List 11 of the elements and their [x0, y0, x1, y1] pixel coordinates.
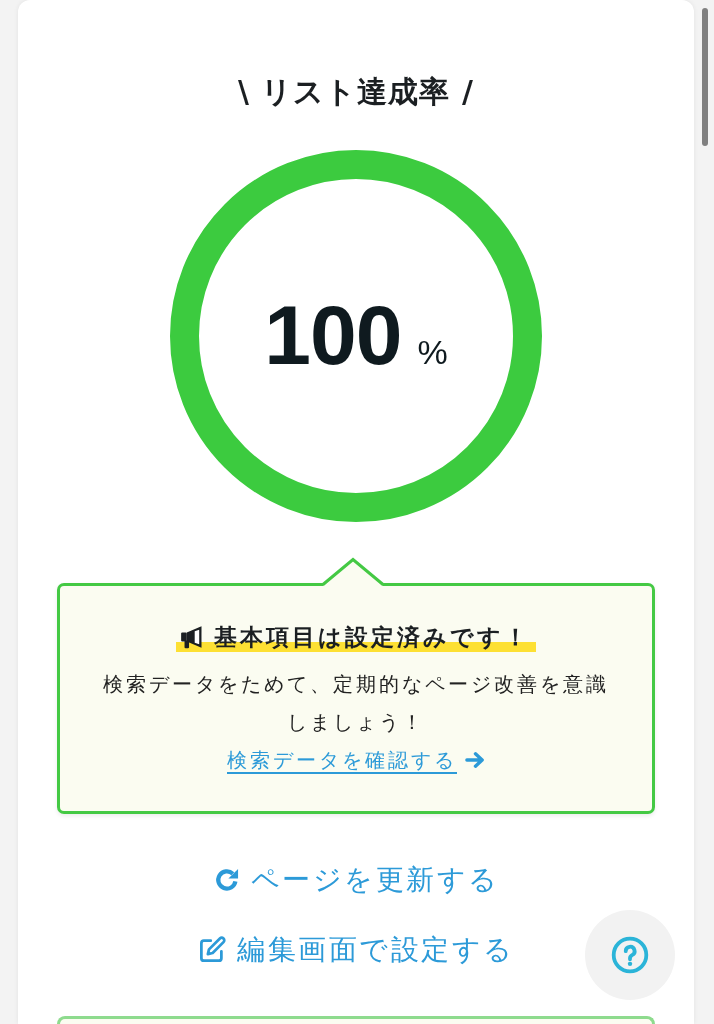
scrollbar-thumb[interactable] [702, 8, 708, 146]
notice-message: 検索データをためて、定期的なページ改善を意識しましょう！ [102, 671, 610, 736]
percentage-value: 100 [264, 289, 402, 381]
edit-settings-link[interactable]: 編集画面で設定する [197, 930, 515, 970]
arrow-right-icon [465, 750, 485, 770]
refresh-page-link[interactable]: ページを更新する [212, 860, 500, 900]
percent-unit: % [417, 333, 448, 372]
edit-icon [197, 935, 228, 965]
help-icon [611, 936, 649, 974]
search-data-link[interactable]: 検索データを確認する [227, 741, 485, 779]
section-title: \ リスト達成率 / [238, 73, 474, 111]
